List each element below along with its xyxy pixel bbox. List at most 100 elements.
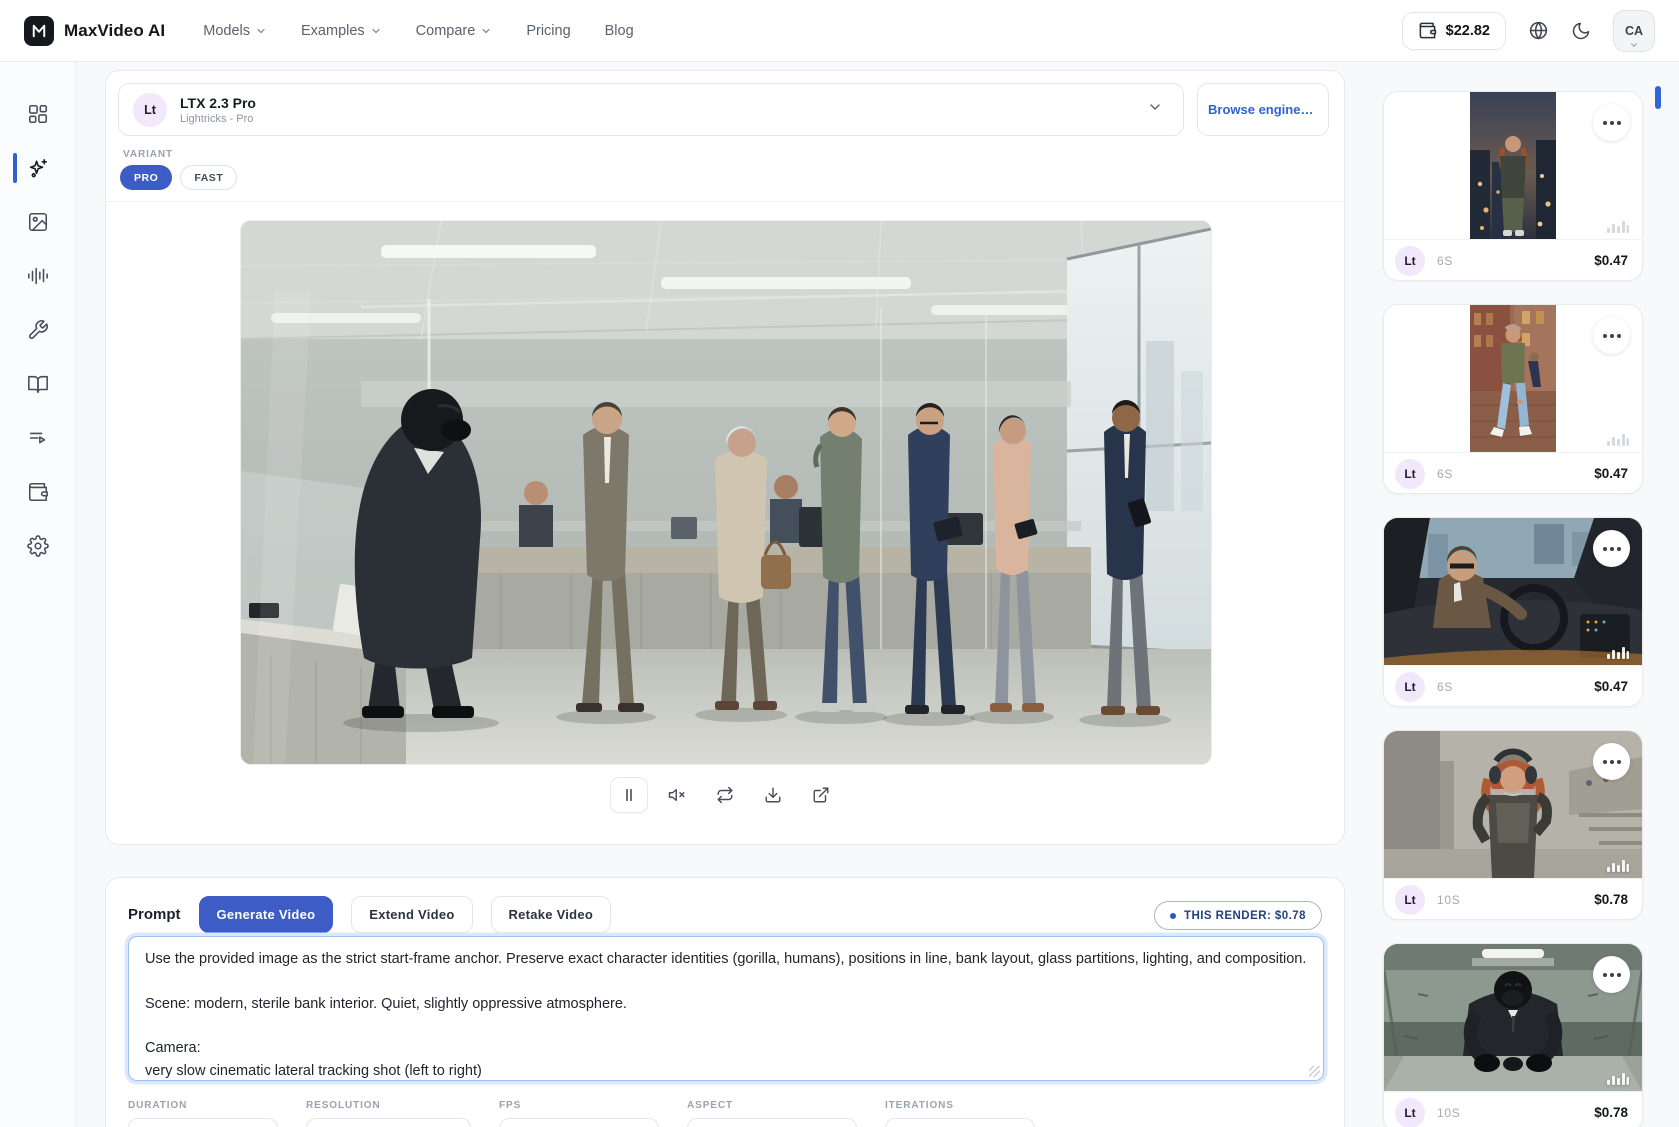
sidebar-item-library[interactable] — [0, 364, 76, 404]
field-duration: DURATION — [128, 1100, 278, 1127]
field-label: DURATION — [128, 1100, 278, 1111]
open-external-button[interactable] — [802, 777, 840, 813]
wallet-icon — [27, 481, 49, 503]
image-icon — [27, 211, 49, 233]
sidebar-item-dashboard[interactable] — [0, 94, 76, 134]
nav-blog[interactable]: Blog — [605, 23, 634, 39]
card-menu-button[interactable] — [1593, 956, 1630, 993]
sidebar-item-settings[interactable] — [0, 526, 76, 566]
engine-name: LTX 2.3 Pro — [180, 95, 256, 111]
variant-row: PRO FAST — [120, 165, 237, 190]
video-thumbnail-street-walk[interactable] — [1384, 305, 1642, 452]
duration-label: 6S — [1437, 680, 1453, 694]
render-cost-label: THIS RENDER: $0.78 — [1184, 910, 1306, 922]
generation-panel: Lt LTX 2.3 Pro Lightricks - Pro Browse e… — [105, 70, 1345, 845]
waveform-icon — [27, 265, 49, 287]
video-thumbnail-rooftop-dusk[interactable] — [1384, 92, 1642, 239]
field-aspect: ASPECT — [687, 1100, 857, 1127]
card-menu-button[interactable] — [1593, 530, 1630, 567]
nav-pricing[interactable]: Pricing — [526, 23, 570, 39]
brand-name[interactable]: MaxVideo AI — [64, 21, 165, 41]
player-controls — [610, 777, 840, 813]
wallet-balance: $22.82 — [1446, 23, 1490, 39]
retake-video-button[interactable]: Retake Video — [491, 896, 612, 933]
external-link-icon — [812, 786, 830, 804]
gear-icon — [27, 535, 49, 557]
engine-badge: Lt — [133, 93, 167, 127]
nav-models[interactable]: Models — [203, 23, 267, 39]
wallet-balance-button[interactable]: $22.82 — [1402, 12, 1506, 50]
dark-mode-button[interactable] — [1571, 21, 1591, 41]
duration-select[interactable] — [128, 1118, 278, 1127]
sidebar-item-tools[interactable] — [0, 310, 76, 350]
variant-chip-pro[interactable]: PRO — [120, 165, 172, 190]
fps-select[interactable] — [499, 1118, 659, 1127]
chevron-down-icon — [480, 25, 492, 37]
history-card[interactable]: Lt 10S $0.78 — [1383, 730, 1643, 920]
chevron-down-icon — [1147, 99, 1163, 120]
prompt-textarea[interactable]: Use the provided image as the strict sta… — [128, 936, 1324, 1081]
browse-engines-button[interactable]: Browse engines... — [1197, 83, 1329, 136]
video-thumbnail-car-driver[interactable] — [1384, 518, 1642, 665]
nav-examples[interactable]: Examples — [301, 23, 382, 39]
history-card[interactable]: Lt 6S $0.47 — [1383, 517, 1643, 707]
history-card[interactable]: Lt 6S $0.47 — [1383, 91, 1643, 281]
card-menu-button[interactable] — [1593, 104, 1630, 141]
video-thumbnail-gorilla-room[interactable] — [1384, 944, 1642, 1091]
sidebar-item-generate[interactable] — [0, 148, 76, 188]
left-icon-rail — [0, 62, 76, 1127]
chevron-down-icon — [255, 25, 267, 37]
volume-muted-icon — [668, 786, 686, 804]
card-footer: Lt 6S $0.47 — [1384, 665, 1642, 707]
history-scrollbar-thumb[interactable] — [1655, 86, 1661, 109]
navbar-actions: $22.82 CA — [1402, 10, 1655, 52]
playlist-play-icon — [27, 427, 49, 449]
aspect-select[interactable] — [687, 1118, 857, 1127]
sidebar-item-queue[interactable] — [0, 418, 76, 458]
card-menu-button[interactable] — [1593, 743, 1630, 780]
history-card[interactable]: Lt 10S $0.78 — [1383, 943, 1643, 1127]
mute-button[interactable] — [658, 777, 696, 813]
download-button[interactable] — [754, 777, 792, 813]
account-avatar-button[interactable]: CA — [1613, 10, 1655, 52]
sidebar-item-audio[interactable] — [0, 256, 76, 296]
price-label: $0.78 — [1594, 892, 1628, 907]
sidebar-item-billing[interactable] — [0, 472, 76, 512]
language-globe-button[interactable] — [1528, 20, 1549, 41]
render-history-list: Lt 6S $0.47 — [1383, 91, 1643, 1127]
prompt-panel: Prompt Generate Video Extend Video Retak… — [105, 877, 1345, 1127]
primary-nav: Models Examples Compare Pricing Blog — [203, 23, 633, 39]
resolution-select[interactable] — [306, 1118, 471, 1127]
engine-provider: Lightricks - Pro — [180, 113, 256, 125]
teller-figure — [770, 475, 802, 543]
ellipsis-icon — [1603, 547, 1621, 551]
pause-button[interactable] — [610, 777, 648, 813]
engine-selector[interactable]: Lt LTX 2.3 Pro Lightricks - Pro — [118, 83, 1184, 136]
brand-logo-icon[interactable] — [24, 16, 54, 46]
divider — [106, 201, 1344, 202]
duration-label: 10S — [1437, 1106, 1461, 1120]
nav-compare[interactable]: Compare — [416, 23, 493, 39]
duration-label: 6S — [1437, 467, 1453, 481]
field-label: FPS — [499, 1100, 659, 1111]
bank-queue-scene — [241, 221, 1211, 764]
sparkles-icon — [27, 157, 50, 180]
video-thumbnail-headphones-girl[interactable] — [1384, 731, 1642, 878]
generate-video-button[interactable]: Generate Video — [199, 896, 334, 933]
teller-figure — [519, 481, 553, 553]
levels-icon — [1607, 645, 1629, 659]
loop-button[interactable] — [706, 777, 744, 813]
field-resolution: RESOLUTION — [306, 1100, 471, 1127]
card-menu-button[interactable] — [1593, 317, 1630, 354]
avatar-initials: CA — [1625, 24, 1643, 38]
history-card[interactable]: Lt 6S $0.47 — [1383, 304, 1643, 494]
dashboard-icon — [27, 103, 49, 125]
iterations-select[interactable] — [885, 1118, 1035, 1127]
video-preview[interactable] — [241, 221, 1211, 764]
variant-chip-fast[interactable]: FAST — [180, 165, 237, 190]
extend-video-button[interactable]: Extend Video — [351, 896, 472, 933]
cost-dot-icon — [1170, 913, 1176, 919]
field-iterations: ITERATIONS — [885, 1100, 1035, 1127]
levels-icon — [1607, 219, 1629, 233]
sidebar-item-image[interactable] — [0, 202, 76, 242]
